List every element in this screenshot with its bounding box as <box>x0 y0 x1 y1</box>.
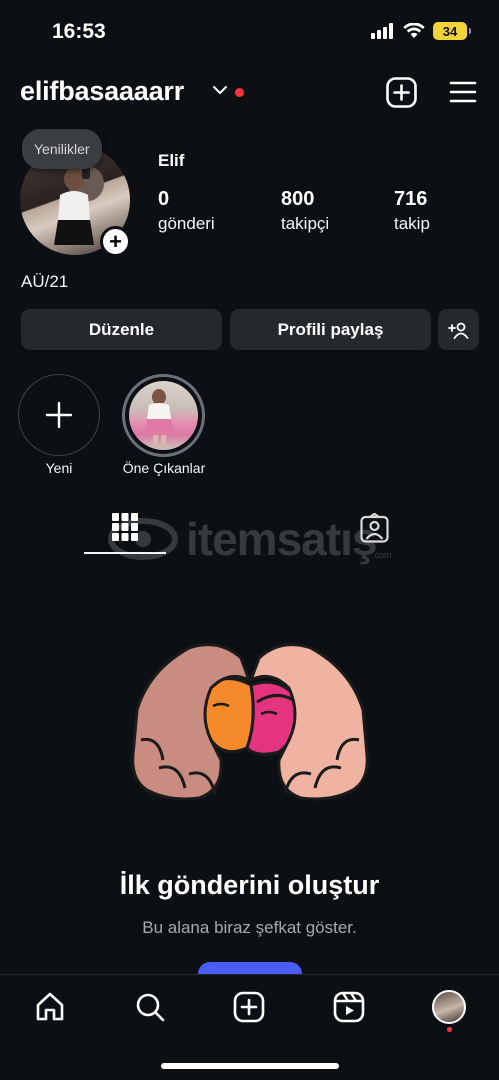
highlight-featured-label: Öne Çıkanlar <box>122 460 206 476</box>
display-name: Elif <box>158 151 185 170</box>
profile-bio: AÜ/21 <box>21 272 69 291</box>
tagged-icon[interactable] <box>360 513 389 543</box>
profile-username[interactable]: elifbasaaaarr <box>20 76 184 107</box>
profile-notification-dot <box>447 1027 452 1032</box>
plus-icon <box>45 401 73 429</box>
battery-indicator: 34 <box>433 22 471 40</box>
stat-posts-label: gönderi <box>158 214 215 233</box>
watermark-text: itemsatış <box>186 513 377 565</box>
watermark: itemsatış <box>108 512 377 566</box>
stat-following[interactable]: 716 takip <box>394 188 430 234</box>
stat-followers[interactable]: 800 takipçi <box>281 188 329 234</box>
stat-following-label: takip <box>394 214 430 233</box>
status-icons: 34 <box>371 22 471 40</box>
stat-followers-value: 800 <box>281 188 315 210</box>
highlight-featured-image <box>129 381 198 450</box>
avatar-photo <box>54 167 94 245</box>
new-post-plus-icon[interactable] <box>386 77 417 108</box>
empty-state-title: İlk gönderini oluştur <box>119 870 380 900</box>
reels-icon[interactable] <box>333 991 365 1023</box>
highlight-new-label: Yeni <box>45 460 73 476</box>
home-icon[interactable] <box>34 991 66 1023</box>
watermark-domain: .com <box>372 550 392 560</box>
signal-icon <box>371 23 393 39</box>
active-tab-indicator <box>84 552 166 554</box>
stat-posts[interactable]: 0 gönderi <box>158 188 215 234</box>
grid-icon[interactable] <box>112 513 138 541</box>
home-indicator <box>161 1063 339 1069</box>
share-profile-button[interactable]: Profili paylaş <box>230 309 431 350</box>
create-icon[interactable] <box>233 991 265 1023</box>
edit-profile-button[interactable]: Düzenle <box>21 309 222 350</box>
stat-posts-value: 0 <box>158 188 170 210</box>
highlight-featured[interactable] <box>122 374 205 457</box>
wifi-icon <box>403 23 425 38</box>
status-time: 16:53 <box>52 20 106 43</box>
stat-followers-label: takipçi <box>281 214 330 233</box>
empty-state-subtitle: Bu alana biraz şefkat göster. <box>142 918 357 937</box>
notes-bubble[interactable]: Yenilikler <box>22 129 102 169</box>
profile-avatar-nav[interactable] <box>432 990 466 1024</box>
highlight-new-button[interactable] <box>18 374 100 456</box>
chevron-down-icon[interactable] <box>212 84 228 96</box>
search-icon[interactable] <box>134 991 166 1023</box>
stat-following-value: 716 <box>394 188 428 210</box>
add-story-plus-icon[interactable]: + <box>100 226 131 257</box>
discover-people-button[interactable] <box>438 309 479 350</box>
notification-dot <box>235 88 244 97</box>
hamburger-menu-icon[interactable] <box>449 80 477 104</box>
add-person-icon <box>447 322 468 339</box>
heart-hands-illustration <box>131 643 369 801</box>
